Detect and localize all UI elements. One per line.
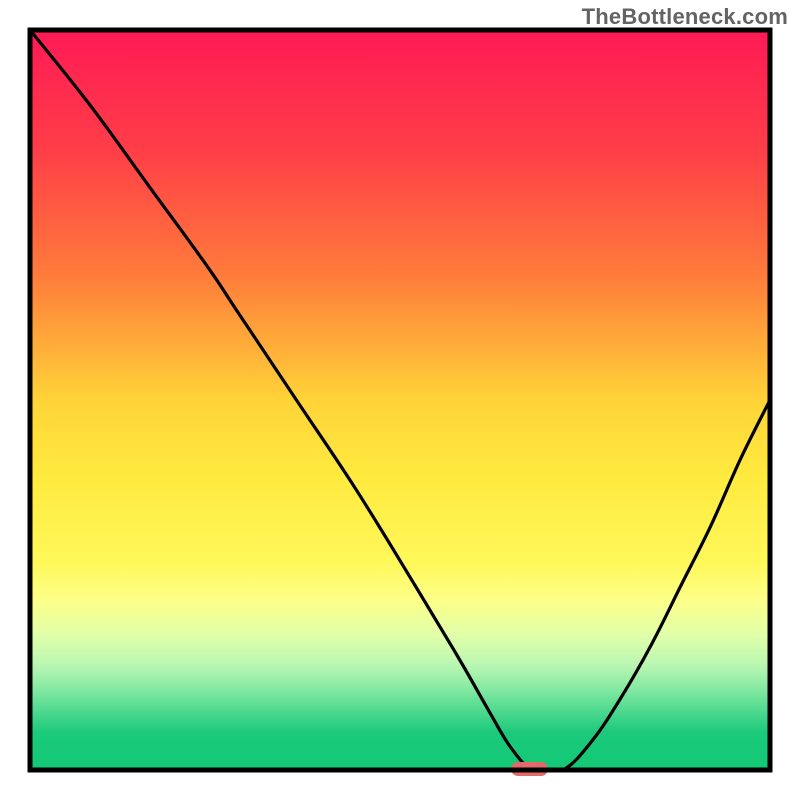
chart-frame: TheBottleneck.com (0, 0, 800, 800)
gradient-fill (30, 30, 770, 770)
bottleneck-chart (0, 0, 800, 800)
watermark-text: TheBottleneck.com (582, 4, 788, 30)
